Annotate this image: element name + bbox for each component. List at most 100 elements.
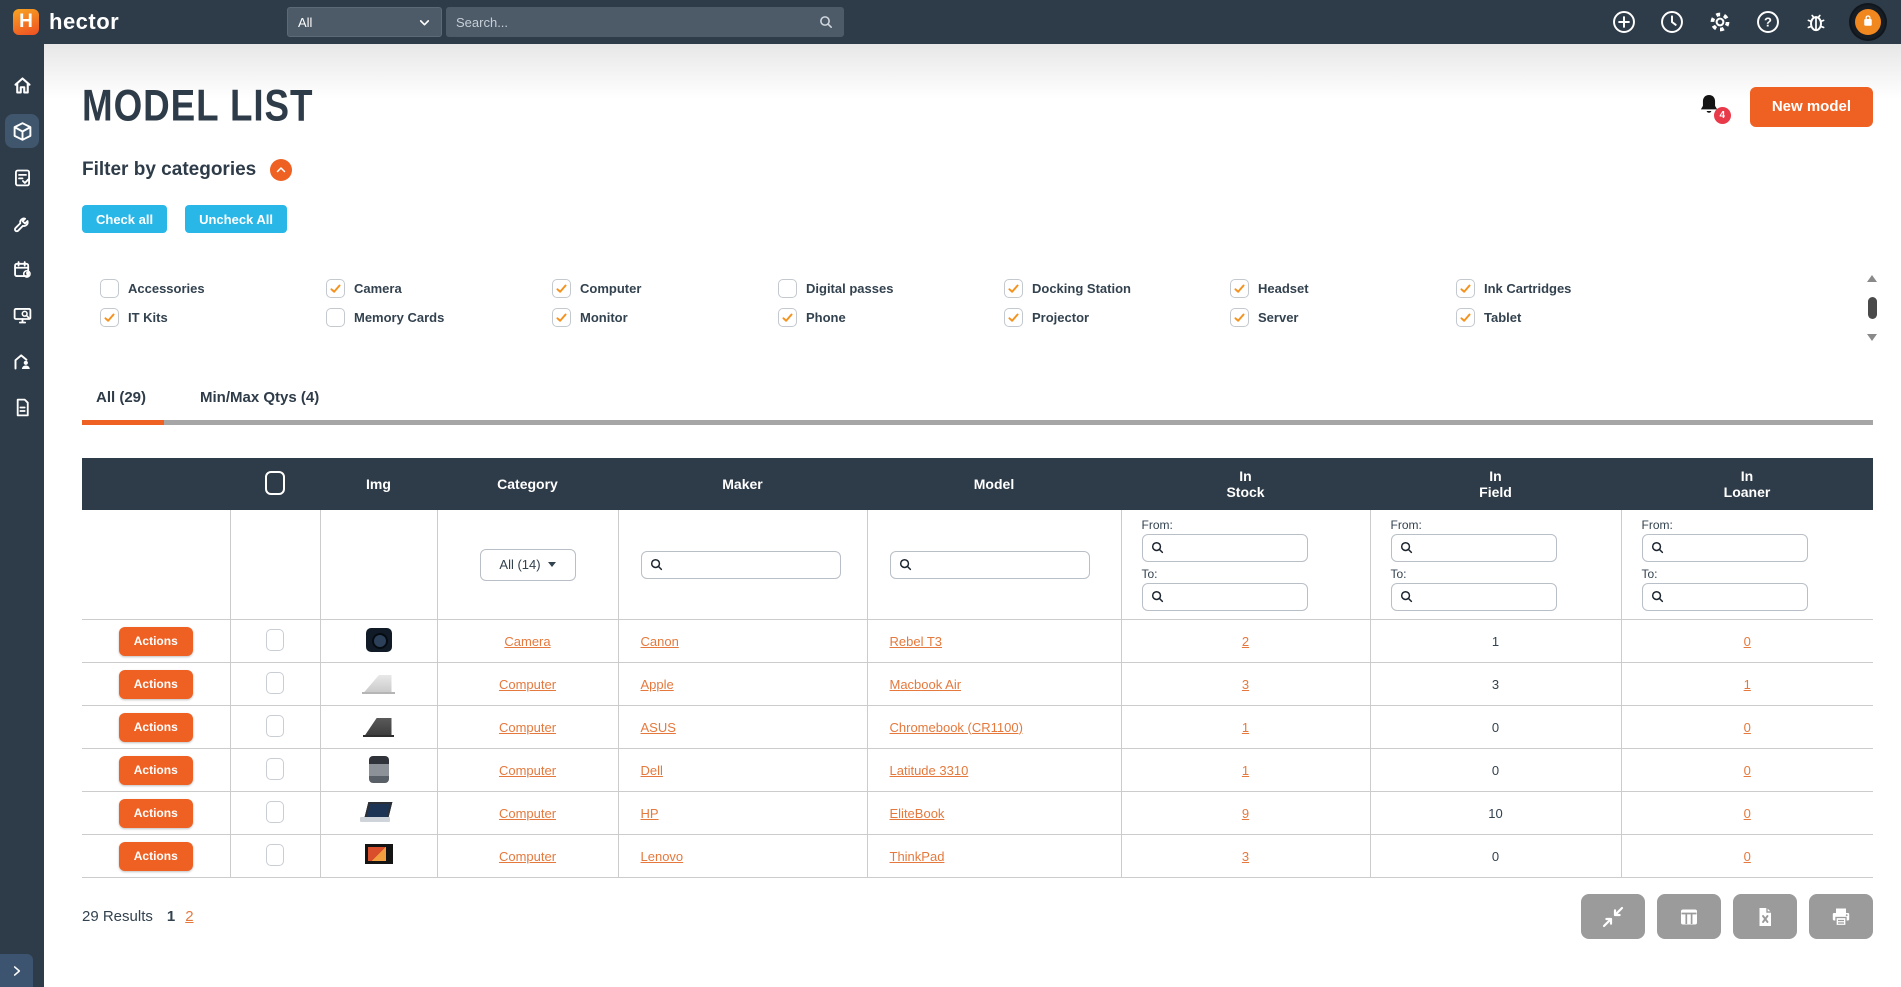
in-stock-link[interactable]: 1 [1242,763,1249,778]
checkbox[interactable] [100,279,119,298]
model-link[interactable]: ThinkPad [890,849,945,864]
in-stock-link[interactable]: 3 [1242,677,1249,692]
category-filter-checkbox[interactable]: Server [1230,308,1456,327]
bug-icon[interactable] [1803,9,1829,35]
row-checkbox[interactable] [266,757,284,780]
row-actions-button[interactable]: Actions [118,712,193,742]
maker-filter-input[interactable] [640,550,841,579]
in-loaner-link[interactable]: 0 [1744,634,1751,649]
clock-icon[interactable] [1659,9,1685,35]
print-button[interactable] [1809,894,1873,939]
sidebar-item-audit[interactable] [5,298,39,332]
checkbox[interactable] [778,279,797,298]
in-loaner-link[interactable]: 0 [1744,763,1751,778]
model-link[interactable]: Rebel T3 [890,634,943,649]
model-filter-input[interactable] [889,550,1090,579]
in-stock-link[interactable]: 1 [1242,720,1249,735]
check-all-button[interactable]: Check all [82,205,168,233]
category-link[interactable]: Computer [499,677,556,692]
notifications-bell[interactable]: 4 [1696,92,1731,124]
gear-icon[interactable] [1707,9,1733,35]
pagination-page[interactable]: 2 [185,908,193,925]
compress-view-button[interactable] [1581,894,1645,939]
row-actions-button[interactable]: Actions [118,669,193,699]
row-checkbox[interactable] [266,843,284,866]
tab-all[interactable]: All (29) [82,389,165,425]
sidebar-item-home[interactable] [5,68,39,102]
excel-export-button[interactable] [1733,894,1797,939]
category-filter-checkbox[interactable]: Ink Cartridges [1456,279,1682,298]
row-actions-button[interactable]: Actions [118,798,193,828]
checkbox[interactable] [100,308,119,327]
in-loaner-to-input[interactable] [1641,583,1808,611]
category-link[interactable]: Computer [499,806,556,821]
category-filter-checkbox[interactable]: Camera [326,279,552,298]
new-model-button[interactable]: New model [1749,86,1873,127]
tab-min-max-qtys[interactable]: Min/Max Qtys (4) [186,389,337,425]
category-filter-checkbox[interactable]: Digital passes [778,279,1004,298]
in-stock-link[interactable]: 9 [1242,806,1249,821]
scroll-up-icon[interactable] [1867,275,1877,282]
columns-button[interactable] [1657,894,1721,939]
checkbox[interactable] [778,308,797,327]
maker-link[interactable]: Dell [641,763,663,778]
category-filter-checkbox[interactable]: Monitor [552,308,778,327]
model-link[interactable]: Chromebook (CR1100) [890,720,1023,735]
in-stock-from-input[interactable] [1141,534,1308,562]
maker-link[interactable]: Canon [641,634,679,649]
row-actions-button[interactable]: Actions [118,841,193,871]
row-actions-button[interactable]: Actions [118,755,193,785]
sidebar-item-documents[interactable] [5,390,39,424]
maker-link[interactable]: Lenovo [641,849,684,864]
search-scope-select[interactable]: All [287,7,442,37]
category-panel-scrollbar[interactable] [1865,275,1879,341]
help-icon[interactable] [1755,9,1781,35]
row-checkbox[interactable] [266,628,284,651]
category-filter-checkbox[interactable]: Tablet [1456,308,1682,327]
in-loaner-link[interactable]: 0 [1744,720,1751,735]
maker-link[interactable]: Apple [641,677,674,692]
sidebar-item-checkouts[interactable] [5,160,39,194]
uncheck-all-button[interactable]: Uncheck All [185,205,288,233]
collapse-filters-button[interactable] [270,159,293,181]
in-stock-to-input[interactable] [1141,583,1308,611]
checkbox[interactable] [326,279,345,298]
sidebar-item-reservations[interactable] [5,252,39,286]
category-link[interactable]: Computer [499,849,556,864]
row-actions-button[interactable]: Actions [118,626,193,656]
in-loaner-link[interactable]: 1 [1744,677,1751,692]
checkbox[interactable] [1230,308,1249,327]
category-filter-checkbox[interactable]: Headset [1230,279,1456,298]
in-field-from-input[interactable] [1390,534,1557,562]
row-checkbox[interactable] [266,800,284,823]
in-loaner-link[interactable]: 0 [1744,849,1751,864]
checkbox[interactable] [1456,279,1475,298]
category-filter-checkbox[interactable]: Docking Station [1004,279,1230,298]
scroll-down-icon[interactable] [1867,334,1877,341]
search-input[interactable] [456,14,818,30]
checkbox[interactable] [552,308,571,327]
pagination-page[interactable]: 1 [167,908,175,925]
checkbox[interactable] [1456,308,1475,327]
plus-circle-icon[interactable] [1611,9,1637,35]
checkbox[interactable] [326,308,345,327]
search-icon[interactable] [818,14,834,30]
sidebar-item-maintenance[interactable] [5,206,39,240]
category-filter-checkbox[interactable]: Computer [552,279,778,298]
category-link[interactable]: Camera [504,634,550,649]
category-link[interactable]: Computer [499,763,556,778]
maker-link[interactable]: ASUS [641,720,676,735]
checkbox[interactable] [552,279,571,298]
category-filter-checkbox[interactable]: Accessories [100,279,326,298]
category-filter-checkbox[interactable]: Memory Cards [326,308,552,327]
maker-link[interactable]: HP [641,806,659,821]
category-filter-checkbox[interactable]: Phone [778,308,1004,327]
app-logo[interactable]: hector [0,9,230,35]
in-stock-link[interactable]: 3 [1242,849,1249,864]
checkbox[interactable] [1230,279,1249,298]
model-link[interactable]: EliteBook [890,806,945,821]
category-link[interactable]: Computer [499,720,556,735]
checkbox[interactable] [1004,279,1023,298]
sidebar-item-borrowers[interactable] [5,344,39,378]
model-link[interactable]: Macbook Air [890,677,962,692]
